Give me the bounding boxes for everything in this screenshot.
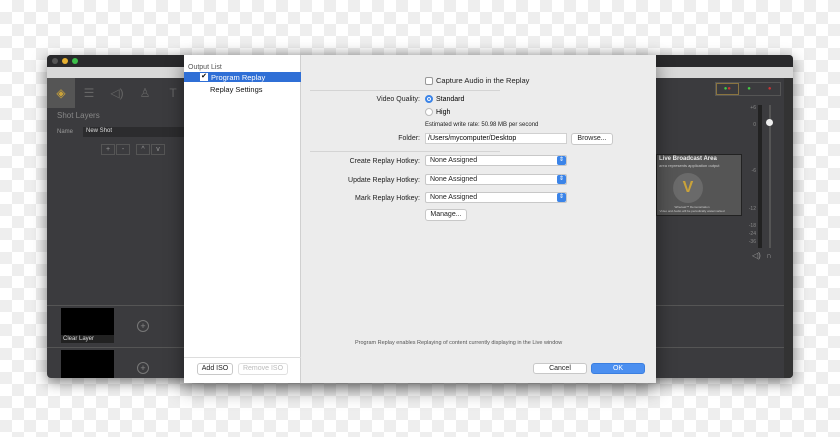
close-button[interactable] [52, 58, 58, 64]
name-label: Name [57, 129, 74, 135]
headphones-icon[interactable]: ∩ [766, 251, 772, 260]
sliders-icon[interactable]: ☰ [75, 78, 103, 108]
update-hotkey-value: None Assigned [430, 176, 478, 183]
mark-hotkey-label: Mark Replay Hotkey: [355, 195, 420, 202]
meter-tick: -6 [751, 168, 756, 174]
meter-tick: -24 [748, 231, 756, 237]
shot-name-input[interactable]: New Shot [83, 127, 193, 137]
folder-path-input[interactable]: /Users/mycomputer/Desktop [425, 133, 567, 144]
zoom-button[interactable] [72, 58, 78, 64]
chevron-updown-icon: ⇕ [557, 156, 566, 165]
remove-iso-button[interactable]: Remove ISO [238, 363, 288, 375]
checkbox-icon[interactable] [425, 76, 433, 85]
radio-icon[interactable] [425, 108, 433, 116]
scrollbar[interactable] [784, 78, 793, 378]
output-list-header: Output List [188, 64, 222, 71]
meter-tick: -36 [748, 239, 756, 245]
cancel-button[interactable]: Cancel [533, 363, 587, 374]
write-rate-text: Estimated write rate: 50.98 MB per secon… [425, 122, 539, 128]
meter-tick: -18 [748, 223, 756, 229]
meter-tick: -12 [748, 206, 756, 212]
checkbox-checked-icon[interactable]: ✔ [200, 73, 208, 81]
layers-icon[interactable]: ◈ [47, 78, 75, 108]
audio-level-meter [758, 105, 762, 248]
live-broadcast-preview: Live Broadcast Area area represents appl… [656, 154, 742, 216]
update-hotkey-label: Update Replay Hotkey: [348, 177, 420, 184]
broadcast-title: Live Broadcast Area [659, 156, 717, 162]
update-hotkey-select[interactable]: None Assigned ⇕ [425, 174, 567, 185]
layer-thumbnail[interactable] [61, 350, 114, 378]
folder-label: Folder: [398, 135, 420, 142]
add-layer-button[interactable]: + [101, 144, 115, 155]
radio-selected-icon[interactable] [425, 95, 433, 103]
capture-audio-checkbox[interactable]: Capture Audio in the Replay [425, 76, 529, 85]
output-item-program-replay[interactable]: ✔ Program Replay [184, 72, 301, 82]
clear-layer-thumbnail[interactable]: Clear Layer [61, 308, 114, 343]
chevron-updown-icon: ⇕ [557, 193, 566, 202]
video-quality-label: Video Quality: [376, 96, 420, 103]
add-shot-icon[interactable]: + [137, 362, 149, 374]
volume-slider-thumb[interactable] [766, 119, 773, 126]
meter-tick: +6 [750, 105, 756, 111]
mark-hotkey-value: None Assigned [430, 194, 478, 201]
clear-layer-label: Clear Layer [61, 335, 114, 343]
create-hotkey-select[interactable]: None Assigned ⇕ [425, 155, 567, 166]
radio-standard[interactable]: Standard [425, 95, 464, 103]
minimize-button[interactable] [62, 58, 68, 64]
add-shot-icon[interactable]: + [137, 320, 149, 332]
add-iso-button[interactable]: Add ISO [197, 363, 233, 375]
program-replay-label: Program Replay [211, 73, 266, 82]
shot-layers-title: Shot Layers [57, 111, 100, 120]
manage-button[interactable]: Manage... [425, 209, 467, 221]
remove-layer-button[interactable]: - [116, 144, 130, 155]
broadcast-subtitle: area represents application output [659, 163, 720, 168]
browse-button[interactable]: Browse... [571, 133, 613, 145]
move-down-button[interactable]: v [151, 144, 165, 155]
person-icon[interactable]: ♙ [131, 78, 159, 108]
wirecast-logo: V [673, 173, 703, 203]
volume-slider-track[interactable] [769, 105, 771, 248]
move-up-button[interactable]: ^ [136, 144, 150, 155]
info-text: Program Replay enables Replaying of cont… [355, 340, 563, 346]
radio-high[interactable]: High [425, 108, 450, 116]
speaker-icon[interactable]: ◁) [752, 251, 761, 260]
replay-settings-dialog: Output List ✔ Program Replay Replay Sett… [184, 55, 656, 383]
broadcast-footer-note: Video and Audio will be periodically wat… [659, 209, 725, 213]
output-list-sidebar: Output List ✔ Program Replay Replay Sett… [184, 55, 301, 383]
mark-hotkey-select[interactable]: None Assigned ⇕ [425, 192, 567, 203]
create-hotkey-value: None Assigned [430, 157, 478, 164]
output-item-replay-settings[interactable]: Replay Settings [210, 85, 263, 94]
ok-button[interactable]: OK [591, 363, 645, 374]
capture-audio-label: Capture Audio in the Replay [436, 76, 530, 85]
chevron-updown-icon: ⇕ [557, 175, 566, 184]
layer-toolbar: ◈ ☰ ◁) ♙ T [47, 78, 187, 108]
standard-label: Standard [436, 95, 465, 103]
status-indicators: ●● ● ● [715, 82, 781, 96]
meter-tick: 0 [753, 122, 756, 128]
speaker-icon[interactable]: ◁) [103, 78, 131, 108]
create-hotkey-label: Create Replay Hotkey: [349, 158, 420, 165]
high-label: High [436, 108, 451, 116]
title-icon[interactable]: T [159, 78, 187, 108]
